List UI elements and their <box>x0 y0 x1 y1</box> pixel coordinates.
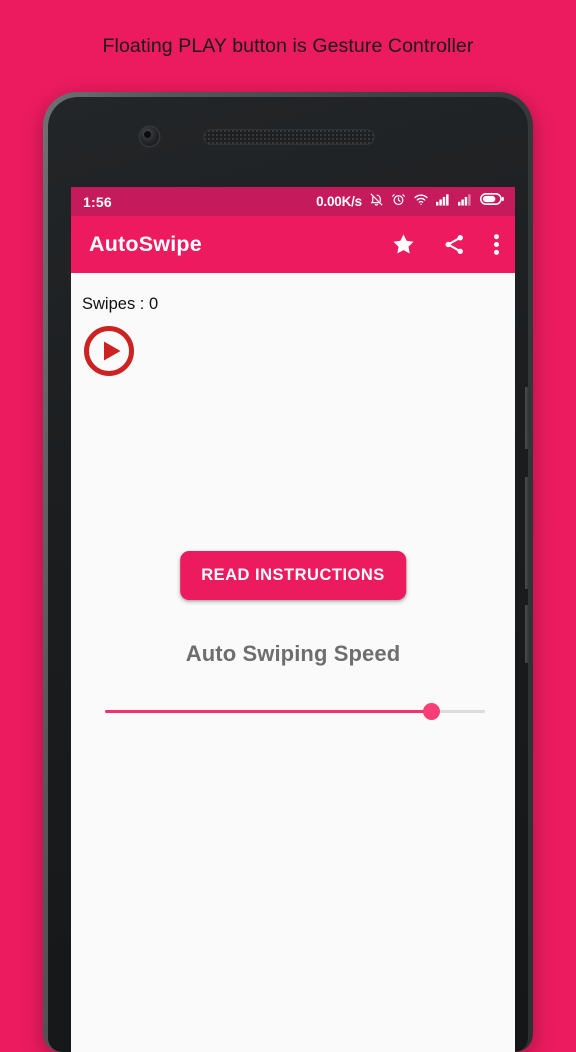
more-vertical-icon[interactable] <box>493 232 500 257</box>
app-bar: AutoSwipe <box>71 216 515 273</box>
phone-device-frame: 1:56 0.00K/s AutoSwipe Swipes: 0 READ I… <box>43 92 533 1052</box>
slider-thumb[interactable] <box>423 703 441 720</box>
signal-bars-secondary-icon <box>458 192 473 211</box>
status-bar: 1:56 0.00K/s <box>71 187 515 216</box>
share-icon[interactable] <box>442 232 467 257</box>
speed-slider[interactable] <box>105 699 485 723</box>
volume-up-button[interactable] <box>525 477 530 589</box>
volume-down-button[interactable] <box>525 605 530 663</box>
speed-heading: Auto Swiping Speed <box>185 641 401 666</box>
promo-caption: Floating PLAY button is Gesture Controll… <box>102 34 474 57</box>
status-clock: 1:56 <box>83 193 112 210</box>
front-camera-icon <box>140 127 159 146</box>
app-title: AutoSwipe <box>89 232 202 256</box>
status-icons: 0.00K/s <box>316 192 505 212</box>
slider-fill <box>105 710 432 713</box>
phone-bezel: 1:56 0.00K/s AutoSwipe Swipes: 0 READ I… <box>48 97 530 1052</box>
read-instructions-button[interactable]: READ INSTRUCTIONS <box>180 551 406 600</box>
star-icon[interactable] <box>391 232 416 257</box>
power-button[interactable] <box>525 387 530 449</box>
play-circle-icon[interactable] <box>82 324 136 378</box>
phone-screen: 1:56 0.00K/s AutoSwipe Swipes: 0 READ I… <box>71 187 515 1052</box>
app-content: Swipes : 0 READ INSTRUCTIONS Auto Swipin… <box>71 273 515 1052</box>
signal-bars-icon <box>436 192 451 211</box>
alarm-clock-icon <box>391 192 406 212</box>
bell-muted-icon <box>369 192 384 212</box>
swipes-counter-label: Swipes : 0 <box>82 295 159 313</box>
battery-icon <box>480 192 505 211</box>
app-bar-actions <box>391 232 500 257</box>
earpiece-speaker-icon <box>203 129 375 145</box>
wifi-icon <box>413 192 429 212</box>
network-speed-text: 0.00K/s <box>316 194 362 209</box>
